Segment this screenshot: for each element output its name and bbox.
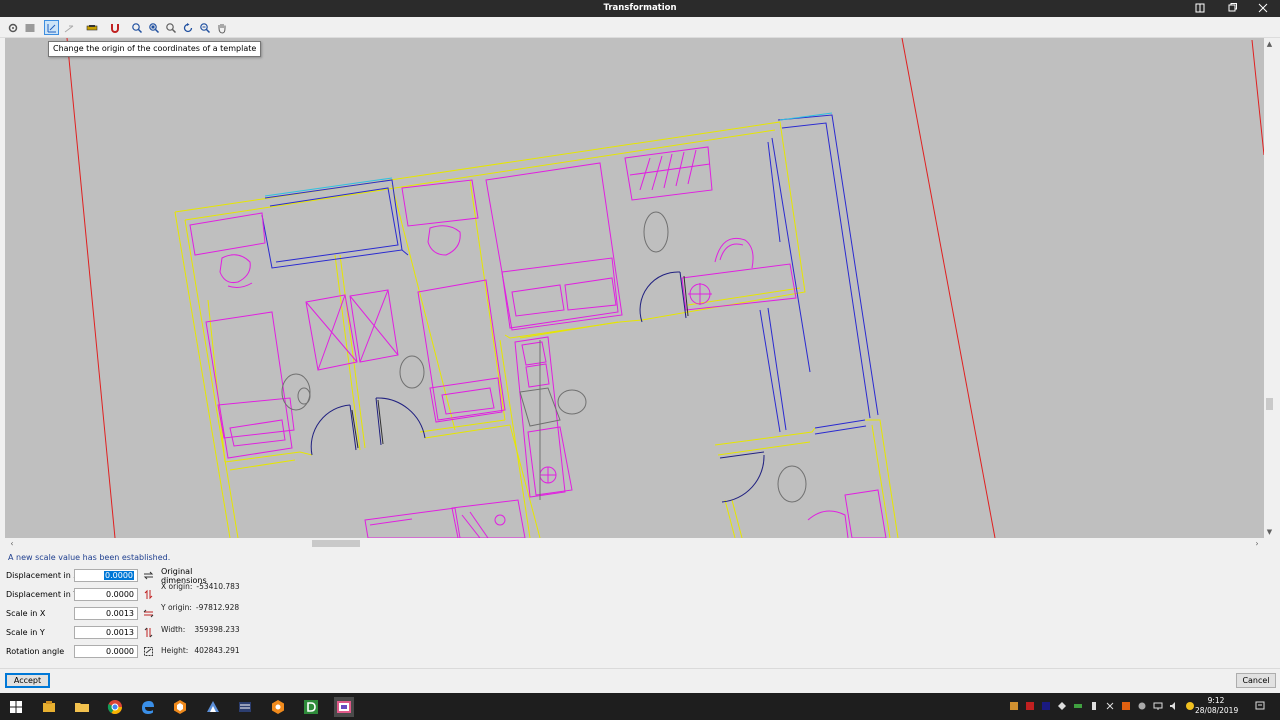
cancel-button[interactable]: Cancel: [1236, 673, 1276, 688]
horizontal-scroll-thumb[interactable]: [312, 540, 360, 547]
windows-start-icon[interactable]: [6, 697, 26, 717]
tray-app-6-icon[interactable]: [1089, 701, 1099, 711]
door-arcs: [310, 271, 765, 503]
scroll-left-icon[interactable]: ‹: [7, 538, 17, 549]
diagram-app-icon[interactable]: [235, 697, 255, 717]
scroll-up-icon[interactable]: ▲: [1264, 40, 1275, 50]
pan-hand-icon[interactable]: [214, 20, 229, 35]
clock-date: 28/08/2019: [1195, 706, 1239, 715]
maximize-icon[interactable]: [1225, 2, 1239, 14]
displacement-y-label: Displacement in Y: [6, 590, 79, 599]
notification-badge-icon[interactable]: [1185, 701, 1195, 711]
height-value: Height: 402843.291: [161, 646, 240, 655]
restore-panel-icon[interactable]: [1193, 2, 1207, 14]
accept-button[interactable]: Accept: [5, 673, 50, 688]
yellow-walls: [174, 121, 899, 538]
vertical-scroll-thumb[interactable]: [1266, 398, 1273, 410]
scroll-down-icon[interactable]: ▼: [1264, 528, 1275, 538]
displacement-x-input[interactable]: 0.0000: [74, 569, 138, 582]
magenta-furniture: [189, 146, 887, 538]
chrome-icon[interactable]: [105, 697, 125, 717]
network-icon[interactable]: [1153, 701, 1163, 711]
tray-app-5-icon[interactable]: [1073, 701, 1083, 711]
red-reference-lines: [66, 38, 1264, 538]
rotate-icon[interactable]: [143, 646, 154, 657]
zoom-window-icon[interactable]: [129, 20, 144, 35]
drawing-canvas[interactable]: [5, 38, 1264, 538]
width-value: Width: 359398.233: [161, 625, 240, 634]
status-message: A new scale value has been established.: [8, 553, 171, 562]
edge-icon[interactable]: [138, 697, 158, 717]
scroll-right-icon[interactable]: ›: [1252, 538, 1262, 549]
swap-vertical-icon[interactable]: [143, 589, 154, 600]
original-dimensions-panel: Original dimensions X origin: -53410.783 …: [158, 565, 240, 657]
taskbar-clock[interactable]: 9:12 28/08/2019: [1195, 696, 1239, 716]
template-icon[interactable]: [22, 20, 37, 35]
cad-app-icon[interactable]: [170, 697, 190, 717]
scale-y-label: Scale in Y: [6, 628, 45, 637]
tray-app-7-icon[interactable]: [1105, 701, 1115, 711]
file-manager-icon[interactable]: [39, 697, 59, 717]
transformation-app-icon[interactable]: [334, 697, 354, 717]
zoom-out-icon[interactable]: [197, 20, 212, 35]
swap-horizontal-icon[interactable]: [143, 570, 154, 581]
tray-app-3-icon[interactable]: [1041, 701, 1051, 711]
horizontal-scrollbar[interactable]: ‹ ›: [5, 538, 1264, 549]
d-app-icon[interactable]: [301, 697, 321, 717]
dialog-button-bar: Accept Cancel: [0, 668, 1280, 693]
floor-plan-drawing: [66, 38, 1264, 538]
y-origin: Y origin: -97812.928: [161, 603, 240, 612]
settings-icon[interactable]: [5, 20, 20, 35]
tray-app-4-icon[interactable]: [1057, 701, 1067, 711]
scale-x-icon[interactable]: [143, 608, 154, 619]
displacement-x-label: Displacement in X: [6, 571, 79, 580]
rotation-angle-label: Rotation angle: [6, 647, 65, 656]
folder-icon[interactable]: [72, 697, 92, 717]
rotation-angle-input[interactable]: 0.0000: [74, 645, 138, 658]
volume-icon[interactable]: [1169, 701, 1179, 711]
scale-y-input[interactable]: 0.0013: [74, 626, 138, 639]
scale-x-label: Scale in X: [6, 609, 46, 618]
tray-app-9-icon[interactable]: [1137, 701, 1147, 711]
zoom-extents-icon[interactable]: [146, 20, 161, 35]
tray-app-1-icon[interactable]: [1009, 701, 1019, 711]
refresh-icon[interactable]: [180, 20, 195, 35]
zoom-in-icon[interactable]: [163, 20, 178, 35]
structure-app-icon[interactable]: [203, 697, 223, 717]
tray-app-8-icon[interactable]: [1121, 701, 1131, 711]
close-icon[interactable]: [1256, 2, 1270, 14]
scale-x-input[interactable]: 0.0013: [74, 607, 138, 620]
displacement-y-input[interactable]: 0.0000: [74, 588, 138, 601]
cad-app-2-icon[interactable]: [268, 697, 288, 717]
clock-time: 9:12: [1207, 696, 1225, 705]
action-center-icon[interactable]: [1255, 701, 1265, 711]
rotate-origin-icon[interactable]: [61, 20, 76, 35]
windows-taskbar: 9:12 28/08/2019: [0, 693, 1280, 720]
scale-y-icon[interactable]: [143, 627, 154, 638]
tray-app-2-icon[interactable]: [1025, 701, 1035, 711]
x-origin: X origin: -53410.783: [161, 582, 240, 591]
tooltip: Change the origin of the coordinates of …: [48, 41, 262, 57]
toolbar: [0, 17, 1280, 38]
title-bar: Transformation: [0, 0, 1280, 17]
change-origin-button[interactable]: [44, 20, 59, 35]
cyan-accents: [264, 112, 833, 197]
window-title: Transformation: [603, 3, 677, 13]
vertical-scrollbar[interactable]: ▲ ▼: [1264, 38, 1275, 538]
magnet-icon[interactable]: [107, 20, 122, 35]
layers-icon[interactable]: [84, 20, 99, 35]
